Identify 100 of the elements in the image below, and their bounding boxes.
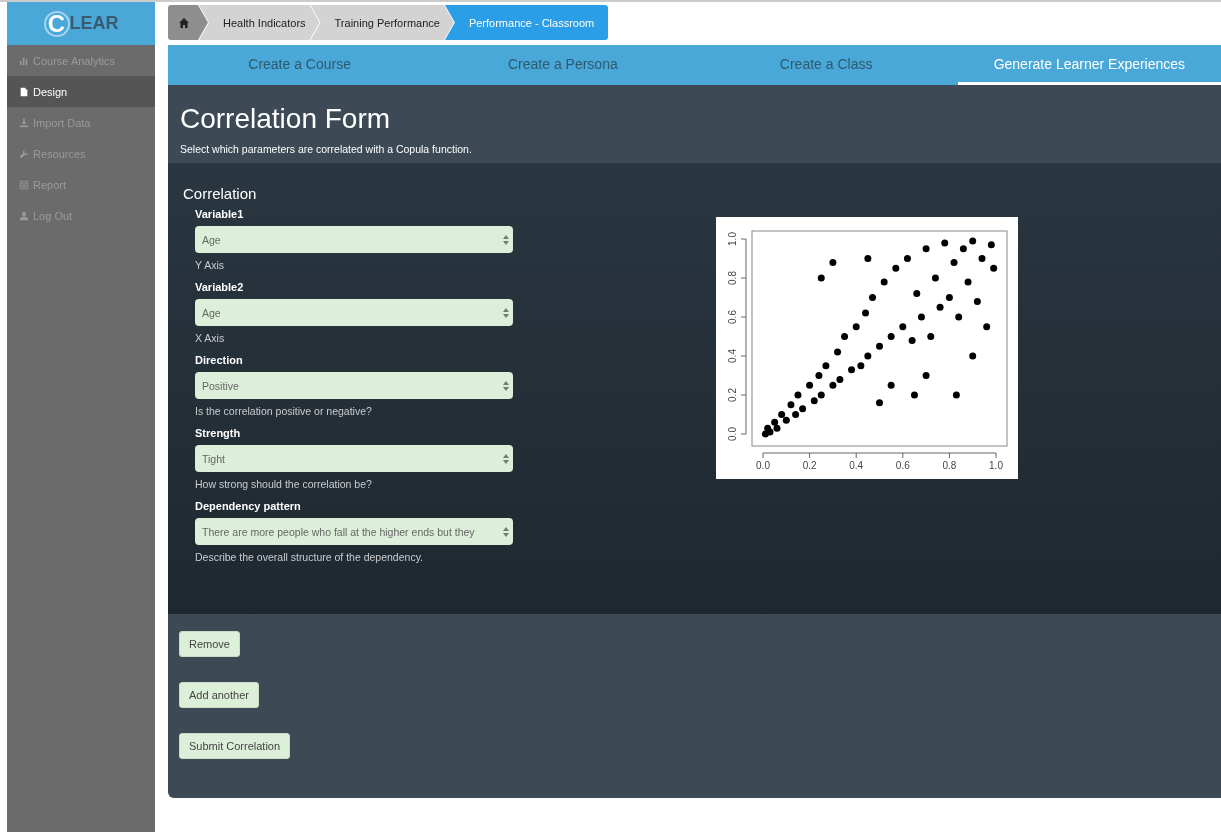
y-tick-label: 0.8 <box>727 271 738 285</box>
bar-chart-icon <box>19 55 29 66</box>
select-arrows-icon <box>503 526 509 537</box>
field-label: Dependency pattern <box>195 500 302 512</box>
data-point <box>829 258 837 266</box>
field-label: Variable1 <box>195 208 245 220</box>
data-point <box>841 333 849 340</box>
data-point <box>787 401 795 409</box>
tab[interactable]: Create a Class <box>694 45 958 85</box>
data-point <box>806 381 814 389</box>
help-text: Is the correlation positive or negative? <box>195 405 373 417</box>
select-arrows-icon <box>503 234 509 245</box>
data-point <box>815 372 823 379</box>
data-point <box>959 245 967 253</box>
y-tick-label: 1.0 <box>727 232 738 246</box>
data-point <box>864 352 872 360</box>
x-tick-label: 0.8 <box>942 460 957 471</box>
data-point <box>887 381 895 389</box>
data-point <box>945 294 953 301</box>
page-subtitle: Select which parameters are correlated with a Copula function. <box>180 143 473 155</box>
y-tick-label: 0.2 <box>727 388 738 402</box>
help-text: Y Axis <box>195 259 225 271</box>
select-field[interactable]: There are more people who fall at the higher ends but they <box>195 518 513 545</box>
data-point <box>973 297 981 305</box>
field-label: Variable2 <box>195 281 245 293</box>
field-label: Strength <box>195 427 242 439</box>
data-point <box>969 237 977 245</box>
data-point <box>931 274 939 282</box>
data-point <box>936 303 944 311</box>
data-point <box>834 348 842 356</box>
data-point <box>969 352 977 360</box>
data-point <box>899 323 907 331</box>
data-point <box>887 333 895 340</box>
x-tick-label: 0.0 <box>756 460 770 471</box>
action-button[interactable]: Submit Correlation <box>179 733 291 759</box>
select-field[interactable]: Age <box>195 299 513 326</box>
data-point <box>955 313 963 321</box>
data-point <box>978 255 986 262</box>
data-point <box>910 391 918 399</box>
data-point <box>903 255 911 262</box>
y-tick-label: 0.4 <box>727 349 738 363</box>
action-button[interactable]: Remove <box>179 631 240 657</box>
select-arrows-icon <box>503 453 509 464</box>
import-icon <box>19 117 29 128</box>
user-icon <box>19 210 29 221</box>
data-point <box>876 399 883 407</box>
y-tick-label: 0.6 <box>727 310 738 324</box>
data-point <box>927 333 935 340</box>
data-point <box>864 255 872 262</box>
data-point <box>852 323 860 331</box>
x-tick-label: 0.4 <box>849 460 864 471</box>
data-point <box>869 294 876 301</box>
data-point <box>880 278 888 286</box>
select-field[interactable]: Age <box>195 226 513 253</box>
data-point <box>908 336 916 344</box>
data-point <box>922 245 930 253</box>
list-icon <box>19 179 29 190</box>
breadcrumb-item[interactable]: Training Performance <box>310 5 454 40</box>
data-point <box>987 241 995 249</box>
data-point <box>950 258 958 266</box>
form-title: Correlation <box>183 185 258 202</box>
data-point <box>952 391 960 399</box>
data-point <box>862 309 869 317</box>
home-icon <box>178 16 190 29</box>
home-breadcrumb[interactable] <box>168 5 208 40</box>
data-point <box>794 391 802 399</box>
data-point <box>822 362 830 370</box>
data-point <box>922 372 930 379</box>
select-arrows-icon <box>503 380 509 391</box>
select-field[interactable]: Positive <box>195 372 513 399</box>
x-tick-label: 1.0 <box>989 460 1003 471</box>
select-arrows-icon <box>503 307 509 318</box>
breadcrumb-item[interactable]: Health Indicators <box>199 5 320 40</box>
data-point <box>941 239 949 247</box>
data-point <box>913 290 921 298</box>
data-point <box>983 323 991 331</box>
y-tick-label: 0.0 <box>727 427 738 441</box>
action-button[interactable]: Add another <box>179 682 259 708</box>
data-point <box>917 313 925 321</box>
data-point <box>892 264 900 272</box>
help-text: Describe the overall structure of the dependency. <box>195 551 425 563</box>
wrench-icon <box>19 148 29 159</box>
help-text: How strong should the correlation be? <box>195 478 373 490</box>
sidebar-item[interactable]: Design <box>7 76 155 107</box>
field-label: Direction <box>195 354 244 366</box>
logo-initial: C <box>43 10 70 37</box>
data-point <box>817 274 825 282</box>
select-field[interactable]: Tight <box>195 445 513 472</box>
logo-text: LEAR <box>69 13 119 34</box>
x-tick-label: 0.6 <box>895 460 910 471</box>
data-point <box>964 278 972 286</box>
document-icon <box>19 86 29 97</box>
page-title: Correlation Form <box>180 103 392 135</box>
data-point <box>990 264 998 272</box>
x-tick-label: 0.2 <box>802 460 817 471</box>
breadcrumb-item[interactable]: Performance - Classroom <box>444 5 609 40</box>
tab[interactable]: Create a Course <box>168 45 432 85</box>
data-point <box>876 342 883 350</box>
help-text: X Axis <box>195 332 226 344</box>
tab[interactable]: Create a Persona <box>431 45 695 85</box>
